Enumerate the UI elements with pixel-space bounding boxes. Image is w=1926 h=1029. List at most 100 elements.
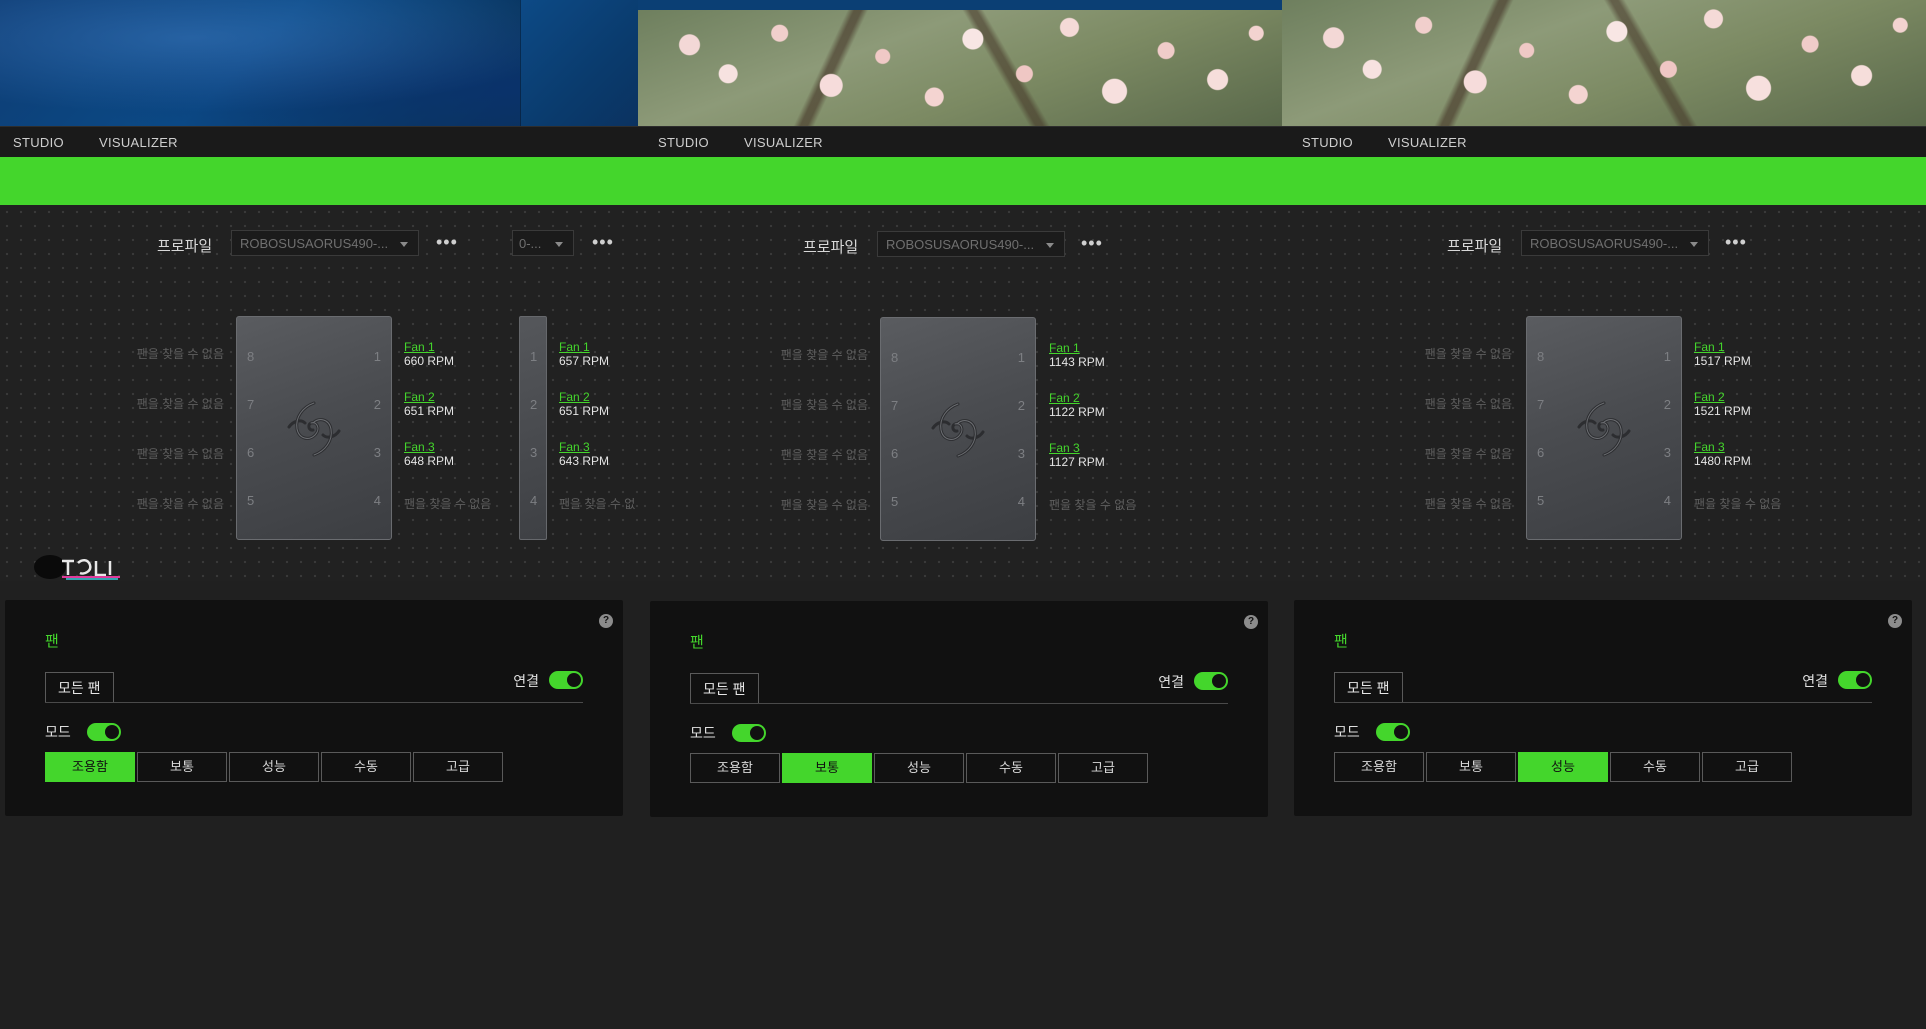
fan-3-rpm: 648 RPM: [404, 454, 455, 468]
help-icon[interactable]: ?: [599, 614, 613, 628]
mode-quiet-button[interactable]: 조용함: [1334, 752, 1424, 782]
tab-studio[interactable]: STUDIO: [1302, 135, 1353, 150]
profile-dropdown[interactable]: ROBOSUSAORUS490-...: [231, 230, 419, 256]
fan-2-rpm: 1122 RPM: [1049, 405, 1105, 419]
razer-snake-logo-icon: [287, 401, 341, 457]
mode-advanced-button[interactable]: 고급: [1702, 752, 1792, 782]
connection-toggle[interactable]: [1194, 672, 1228, 690]
profile-dropdown[interactable]: ROBOSUSAORUS490-...: [1521, 230, 1709, 256]
fan-settings-card: 팬 ? 모든 팬 연결 모드 조용함 보통 성능 수동 고급: [5, 600, 623, 816]
more-horizontal-icon[interactable]: •••: [592, 232, 614, 253]
connection-toggle[interactable]: [549, 671, 583, 689]
tab-divider: [690, 703, 1228, 704]
profile-dropdown-partial[interactable]: 0-...: [512, 230, 574, 256]
profile-dropdown-value: ROBOSUSAORUS490-...: [1530, 236, 1679, 251]
port-number: 6: [247, 445, 255, 460]
accent-bar: [1282, 157, 1926, 205]
mode-label: 모드: [690, 725, 716, 741]
port-number: 3: [373, 445, 381, 460]
port-number: 2: [1663, 397, 1671, 412]
mode-normal-button[interactable]: 보통: [782, 753, 872, 783]
fan-2-link[interactable]: Fan 2: [1694, 390, 1725, 404]
mode-button-group: 조용함 보통 성능 수동 고급: [45, 752, 505, 782]
fan-3-rpm: 643 RPM: [559, 454, 610, 468]
tab-visualizer[interactable]: VISUALIZER: [744, 135, 823, 150]
fan-1-link[interactable]: Fan 1: [1694, 340, 1725, 354]
mode-performance-button[interactable]: 성능: [229, 752, 319, 782]
fan-3-link[interactable]: Fan 3: [1049, 441, 1080, 455]
fan-port-7-status: 팬을 찾을 수 없음: [1424, 397, 1512, 411]
banner-edge: [638, 0, 1282, 10]
more-horizontal-icon[interactable]: •••: [1725, 232, 1747, 253]
fan-1-rpm: 1143 RPM: [1049, 355, 1105, 369]
tab-all-fans[interactable]: 모든 팬: [1334, 672, 1403, 703]
fan-3-link[interactable]: Fan 3: [404, 440, 435, 454]
connection-label: 연결: [1158, 674, 1184, 690]
mode-manual-button[interactable]: 수동: [1610, 752, 1700, 782]
connection-label: 연결: [513, 673, 539, 689]
profile-dropdown-value: ROBOSUSAORUS490-...: [240, 236, 389, 251]
fan-2-rpm: 1521 RPM: [1694, 404, 1751, 418]
port-number: 5: [891, 494, 899, 509]
mode-performance-button[interactable]: 성능: [874, 753, 964, 783]
mode-quiet-button[interactable]: 조용함: [690, 753, 780, 783]
tab-all-fans[interactable]: 모든 팬: [690, 673, 759, 704]
fan-1-link[interactable]: Fan 1: [1049, 341, 1080, 355]
tab-studio[interactable]: STUDIO: [13, 135, 64, 150]
port-number: 2: [373, 397, 381, 412]
accent-bar: [638, 157, 1282, 205]
connection-toggle[interactable]: [1838, 671, 1872, 689]
tab-studio[interactable]: STUDIO: [658, 135, 709, 150]
fan-2-link[interactable]: Fan 2: [404, 390, 435, 404]
mode-quiet-button[interactable]: 조용함: [45, 752, 135, 782]
banner-seam: [520, 0, 638, 126]
more-horizontal-icon[interactable]: •••: [1081, 233, 1103, 254]
fan-port-6-status: 팬을 찾을 수 없음: [780, 448, 868, 462]
fan-3-link[interactable]: Fan 3: [559, 440, 590, 454]
tab-visualizer[interactable]: VISUALIZER: [99, 135, 178, 150]
mode-normal-button[interactable]: 보통: [1426, 752, 1516, 782]
fan-1-rpm: 657 RPM: [559, 354, 610, 368]
port-number: 7: [891, 398, 899, 413]
fan-port-8-status: 팬을 찾을 수 없음: [136, 347, 224, 361]
header-banner: [0, 0, 638, 126]
more-horizontal-icon[interactable]: •••: [436, 232, 458, 253]
fan-2-link[interactable]: Fan 2: [559, 390, 590, 404]
profile-dropdown[interactable]: ROBOSUSAORUS490-...: [877, 231, 1065, 257]
chevron-down-icon: [555, 242, 563, 247]
port-number: 2: [1017, 398, 1025, 413]
port-number: 1: [373, 349, 381, 364]
port-number: 5: [1537, 493, 1545, 508]
mode-toggle[interactable]: [732, 724, 766, 742]
tab-all-fans[interactable]: 모든 팬: [45, 672, 114, 703]
mode-advanced-button[interactable]: 고급: [1058, 753, 1148, 783]
profile-label: 프로파일: [803, 239, 859, 256]
mode-manual-button[interactable]: 수동: [966, 753, 1056, 783]
chevron-down-icon: [1046, 243, 1054, 248]
fan-1-link[interactable]: Fan 1: [404, 340, 435, 354]
fan-1-link[interactable]: Fan 1: [559, 340, 590, 354]
help-icon[interactable]: ?: [1244, 615, 1258, 629]
watermark-logo: [34, 555, 120, 580]
mode-manual-button[interactable]: 수동: [321, 752, 411, 782]
tab-visualizer[interactable]: VISUALIZER: [1388, 135, 1467, 150]
mode-button-group: 조용함 보통 성능 수동 고급: [1334, 752, 1794, 782]
mode-advanced-button[interactable]: 고급: [413, 752, 503, 782]
fan-2-link[interactable]: Fan 2: [1049, 391, 1080, 405]
fan-2-rpm: 651 RPM: [404, 404, 455, 418]
mode-normal-button[interactable]: 보통: [137, 752, 227, 782]
card-title: 팬: [690, 634, 704, 651]
port-number: 1: [530, 349, 538, 364]
panel-quiet-mode: STUDIO VISUALIZER 프로파일 ROBOSUSAORUS490-.…: [0, 0, 638, 1029]
port-number: 4: [530, 493, 538, 508]
fan-settings-card: 팬 ? 모든 팬 연결 모드 조용함 보통 성능 수동 고급: [650, 601, 1268, 817]
connection-label: 연결: [1802, 673, 1828, 689]
mode-toggle[interactable]: [87, 723, 121, 741]
mode-performance-button[interactable]: 성능: [1518, 752, 1608, 782]
fan-3-link[interactable]: Fan 3: [1694, 440, 1725, 454]
mode-toggle[interactable]: [1376, 723, 1410, 741]
panel-performance-mode: STUDIO VISUALIZER 프로파일 ROBOSUSAORUS490-.…: [1282, 0, 1926, 1029]
port-number: 4: [1017, 494, 1025, 509]
help-icon[interactable]: ?: [1888, 614, 1902, 628]
card-title: 팬: [45, 633, 59, 650]
